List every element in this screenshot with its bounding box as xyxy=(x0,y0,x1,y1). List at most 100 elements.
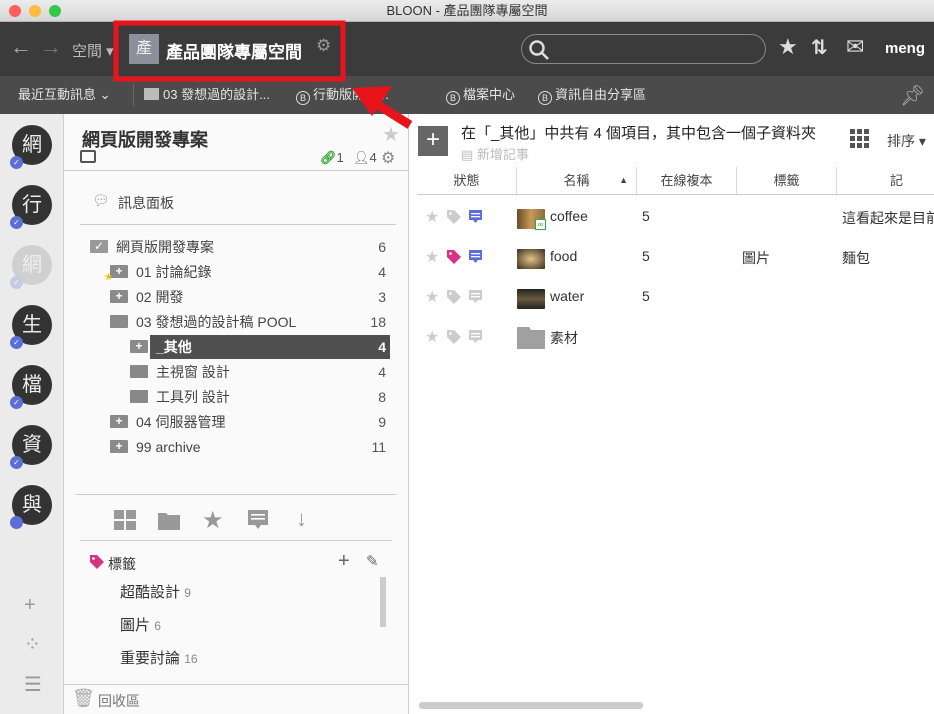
forward-icon[interactable]: → xyxy=(40,34,62,60)
horizontal-scrollbar[interactable] xyxy=(419,702,643,709)
star-toggle-icon[interactable]: ★ xyxy=(425,207,439,227)
add-tag-button[interactable]: + xyxy=(338,550,350,573)
sync-arrows-icon[interactable]: ⇅ xyxy=(811,35,828,60)
bookmark-item[interactable]: B 檔案中心 xyxy=(446,76,515,114)
folder-tree-item[interactable]: +99 archive 11 xyxy=(64,435,394,459)
bloon-icon: B xyxy=(296,91,310,105)
folder-tree-item[interactable]: ✓ 網頁版開發專案 6 xyxy=(64,235,394,259)
grid-view-icon[interactable] xyxy=(114,510,138,532)
add-note-button[interactable]: ▤ 新增記事 xyxy=(461,144,529,163)
column-notes[interactable]: 記 xyxy=(836,167,934,194)
project-title: 網頁版開發專案 xyxy=(82,130,208,150)
star-toggle-icon[interactable]: ★ xyxy=(425,287,439,307)
file-name[interactable]: water xyxy=(550,288,584,304)
tag-toggle-icon[interactable] xyxy=(447,290,463,304)
folder-check-icon: ✓ xyxy=(90,240,108,253)
grid-view-toggle-icon[interactable] xyxy=(850,129,870,149)
close-button[interactable] xyxy=(9,5,21,17)
project-settings-gear-icon[interactable]: ⚙ xyxy=(381,148,395,168)
folder-icon xyxy=(144,88,159,100)
edit-tags-pencil-icon[interactable]: ✎ xyxy=(366,552,379,570)
trash-link[interactable]: 回收區 xyxy=(98,691,140,711)
tags-scrollbar[interactable] xyxy=(380,577,386,627)
note-filter-icon[interactable] xyxy=(248,510,270,532)
zoom-button[interactable] xyxy=(49,5,61,17)
bloon-icon: B xyxy=(446,91,460,105)
search-input[interactable] xyxy=(521,34,766,64)
space-avatar[interactable]: 生 ✓ xyxy=(10,305,52,349)
spaces-dropdown[interactable]: 空間 ▾ xyxy=(72,40,114,61)
spaces-list-icon[interactable]: ☰ xyxy=(24,672,42,697)
folder-tree-item[interactable]: + ★ 01 討論紀錄 4 xyxy=(64,260,394,284)
pin-icon[interactable]: ★ xyxy=(382,122,400,147)
back-icon[interactable]: ← xyxy=(10,34,32,60)
tag-item[interactable]: 重要討論 16 xyxy=(120,647,198,668)
folder-tree-item[interactable]: +02 開發 3 xyxy=(64,285,394,309)
minimize-button[interactable] xyxy=(29,5,41,17)
message-board-link[interactable]: 訊息面板 xyxy=(118,193,174,213)
space-avatar[interactable]: 與 xyxy=(10,485,52,529)
note-toggle-icon[interactable] xyxy=(469,250,483,266)
bookmark-item[interactable]: 03 發想過的設計... xyxy=(144,76,270,114)
folder-tree-item[interactable]: 工具列 設計 8 xyxy=(64,385,394,409)
tag-name: 重要討論 xyxy=(120,650,181,667)
table-row[interactable]: ★ 素材 xyxy=(417,317,934,357)
tag-item[interactable]: 圖片 6 xyxy=(120,614,161,635)
folder-tree-item[interactable]: 主視窗 設計 4 xyxy=(64,360,394,384)
star-toggle-icon[interactable]: ★ xyxy=(425,327,439,347)
person-icon: 👤︎ xyxy=(353,150,370,165)
add-item-button[interactable]: + xyxy=(418,126,448,156)
table-row[interactable]: ★ food 5 圖片 麵包 xyxy=(417,237,934,277)
add-space-button[interactable]: + xyxy=(24,594,36,617)
space-name[interactable]: 產品團隊專屬空間 xyxy=(166,38,302,63)
download-filter-icon[interactable]: ↓ xyxy=(296,506,307,532)
note-toggle-icon[interactable] xyxy=(469,290,483,306)
space-avatar[interactable]: 資 ✓ xyxy=(10,425,52,469)
folder-tree-item[interactable]: + _其他 4 xyxy=(64,335,394,359)
bookmark-item[interactable]: B 資訊自由分享區 xyxy=(538,76,646,114)
folder-filter-icon[interactable] xyxy=(158,510,182,532)
folder-tree-item[interactable]: 03 發想過的設計稿 POOL 18 xyxy=(64,310,394,334)
user-name[interactable]: meng xyxy=(885,40,925,57)
mail-icon[interactable]: ✉ xyxy=(846,34,864,60)
star-toggle-icon[interactable]: ★ xyxy=(425,247,439,267)
bookmark-label: 行動版開發... xyxy=(313,87,389,102)
column-name[interactable]: 名稱 ▲ xyxy=(516,167,636,194)
online-copies: 5 xyxy=(642,288,650,304)
column-tags[interactable]: 標籤 xyxy=(736,167,836,194)
tag-item[interactable]: 超酷設計 9 xyxy=(120,581,191,602)
folder-plus-icon: + xyxy=(110,290,128,303)
folder-tree-item[interactable]: +04 伺服器管理 9 xyxy=(64,410,394,434)
note-toggle-icon[interactable] xyxy=(469,330,483,346)
column-status[interactable]: 狀態 xyxy=(417,167,516,194)
folder-label: 主視窗 設計 xyxy=(156,364,230,380)
divider xyxy=(133,84,134,106)
space-avatar[interactable]: 行 ✓ xyxy=(10,185,52,229)
star-filter-icon[interactable]: ★ xyxy=(202,506,224,535)
column-copies[interactable]: 在線複本 xyxy=(636,167,736,194)
space-settings-gear-icon[interactable]: ⚙ xyxy=(316,36,331,56)
tag-toggle-icon[interactable] xyxy=(447,250,463,264)
spaces-grid-icon[interactable]: ⁘ xyxy=(24,632,41,657)
link-icon: 🔗︎ xyxy=(320,150,337,165)
links-count[interactable]: 🔗︎1 xyxy=(320,150,344,166)
space-avatar[interactable]: 網 ✓ xyxy=(10,245,52,289)
pin-icon[interactable]: 📌︎ xyxy=(900,83,925,108)
recent-messages-dropdown[interactable]: 最近互動訊息 ⌄ xyxy=(18,76,111,114)
table-row[interactable]: ★ water 5 xyxy=(417,277,934,317)
space-avatar[interactable]: 檔 ✓ xyxy=(10,365,52,409)
file-name[interactable]: coffee xyxy=(550,208,588,224)
table-row[interactable]: ★ coffee 5 這看起來是目前 ∞ xyxy=(417,197,934,237)
column-label: 名稱 xyxy=(563,173,590,188)
sync-screen-icon[interactable] xyxy=(80,150,96,163)
note-toggle-icon[interactable] xyxy=(469,210,483,226)
favorites-star-icon[interactable]: ★ xyxy=(778,34,798,60)
sort-dropdown[interactable]: 排序 ▾ xyxy=(887,131,926,151)
file-name[interactable]: food xyxy=(550,248,577,264)
tag-toggle-icon[interactable] xyxy=(447,210,463,224)
space-avatar[interactable]: 網 ✓ xyxy=(10,125,52,169)
members-count[interactable]: 👤︎4 xyxy=(353,150,377,166)
bookmark-item[interactable]: B 行動版開發... xyxy=(296,76,389,114)
file-name[interactable]: 素材 xyxy=(550,328,578,348)
tag-toggle-icon[interactable] xyxy=(447,330,463,344)
